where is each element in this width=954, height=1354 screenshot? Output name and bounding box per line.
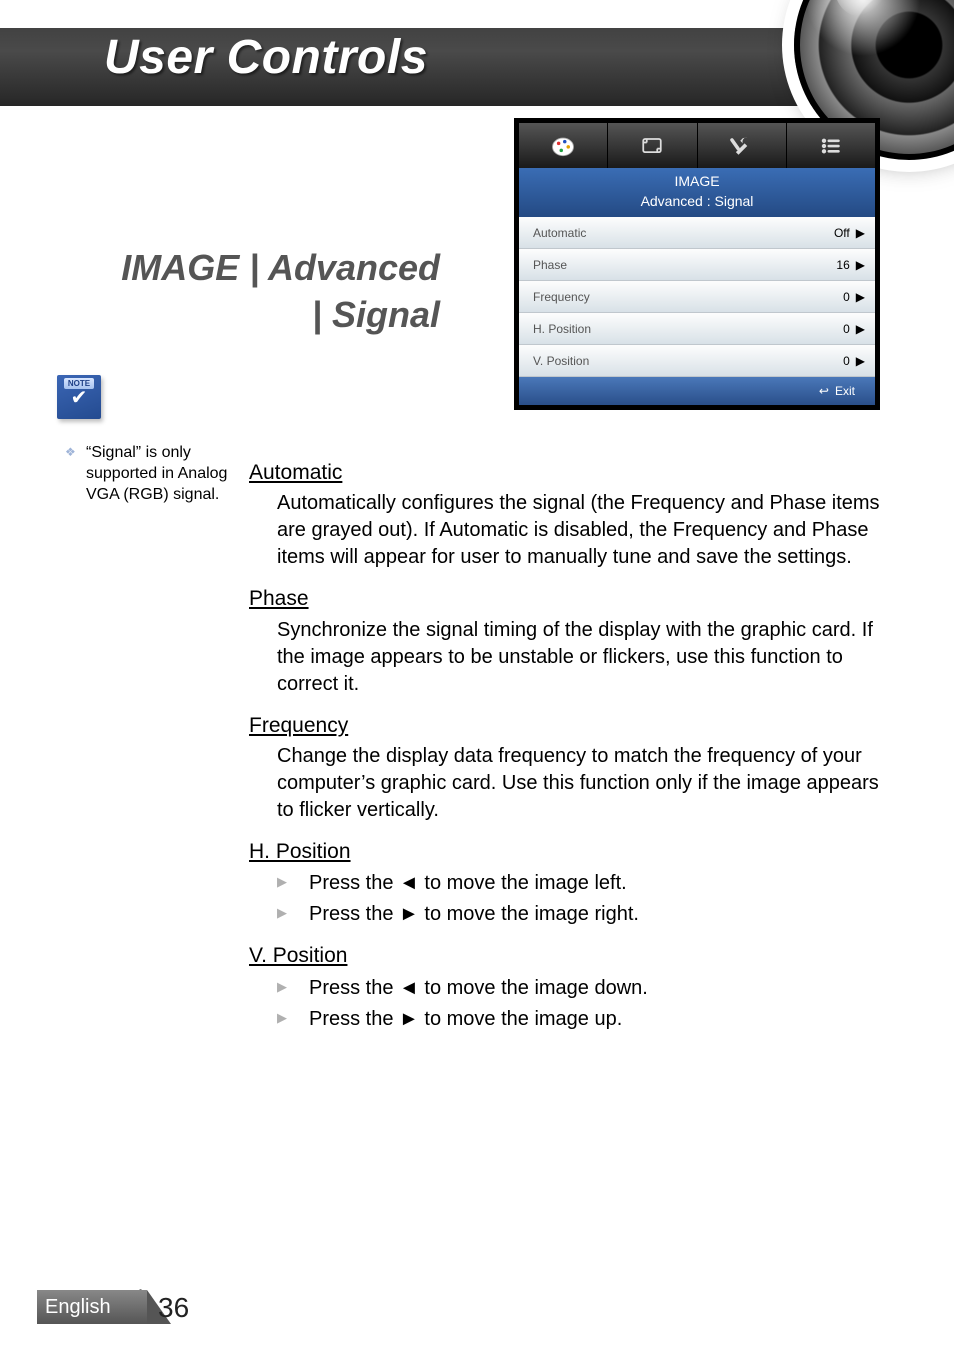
page-header: User Controls — [0, 0, 954, 115]
checkmark-icon: ✔ — [71, 388, 88, 408]
chevron-right-icon: ▶ — [856, 290, 865, 304]
section-title-line2: | Signal — [312, 294, 440, 335]
list-item: Press the ◄ to move the image left. — [277, 870, 884, 897]
osd-menu: IMAGE Advanced : Signal Automatic Off ▶ P… — [514, 118, 880, 410]
list-vposition: Press the ◄ to move the image down. Pres… — [277, 975, 884, 1033]
body-content: Automatic Automatically configures the s… — [249, 459, 884, 1037]
osd-tab-setup[interactable] — [698, 123, 787, 168]
osd-tab-image[interactable] — [519, 123, 608, 168]
osd-row-value: Off — [834, 226, 850, 240]
note-text: “Signal” is only supported in Analog VGA… — [86, 443, 231, 505]
osd-subtitle: Advanced : Signal — [519, 192, 875, 212]
list-item: Press the ► to move the image right. — [277, 901, 884, 928]
osd-row-label: Phase — [533, 258, 567, 272]
section-title-line1: IMAGE | Advanced — [121, 247, 440, 288]
header-title: User Controls — [104, 30, 428, 85]
osd-row-automatic[interactable]: Automatic Off ▶ — [519, 217, 875, 249]
osd-row-label: Frequency — [533, 290, 590, 304]
osd-exit-label[interactable]: Exit — [835, 384, 855, 398]
osd-title: IMAGE — [519, 172, 875, 192]
chevron-right-icon: ▶ — [856, 354, 865, 368]
osd-title-area: IMAGE Advanced : Signal — [519, 168, 875, 217]
section-title: IMAGE | Advanced | Signal — [95, 245, 440, 339]
note-bullet-icon: ❖ — [65, 445, 76, 459]
osd-row-label: Automatic — [533, 226, 586, 240]
desc-automatic: Automatically configures the signal (the… — [277, 490, 884, 571]
footer-language: English — [37, 1290, 147, 1324]
chevron-right-icon: ▶ — [856, 258, 865, 272]
osd-row-hposition[interactable]: H. Position 0 ▶ — [519, 313, 875, 345]
tools-icon — [728, 132, 756, 160]
osd-tab-display[interactable] — [608, 123, 697, 168]
osd-row-phase[interactable]: Phase 16 ▶ — [519, 249, 875, 281]
desc-frequency: Change the display data frequency to mat… — [277, 743, 884, 824]
back-arrow-icon: ↩ — [819, 384, 829, 398]
osd-row-value: 0 — [843, 354, 850, 368]
list-hposition: Press the ◄ to move the image left. Pres… — [277, 870, 884, 928]
heading-frequency: Frequency — [249, 712, 884, 740]
sliders-icon — [817, 132, 845, 160]
chevron-right-icon: ▶ — [856, 226, 865, 240]
osd-footer: ↩ Exit — [519, 377, 875, 405]
desc-phase: Synchronize the signal timing of the dis… — [277, 617, 884, 698]
footer-page-number: 36 — [152, 1292, 189, 1324]
osd-tab-options[interactable] — [787, 123, 875, 168]
note-badge: NOTE ✔ — [57, 375, 101, 419]
osd-row-value: 0 — [843, 290, 850, 304]
page-footer: English 36 — [0, 1290, 954, 1324]
palette-icon — [549, 132, 577, 160]
chevron-right-icon: ▶ — [856, 322, 865, 336]
heading-automatic: Automatic — [249, 459, 884, 487]
heading-hposition: H. Position — [249, 838, 884, 866]
list-item: Press the ◄ to move the image down. — [277, 975, 884, 1002]
osd-row-vposition[interactable]: V. Position 0 ▶ — [519, 345, 875, 377]
osd-row-label: V. Position — [533, 354, 589, 368]
osd-row-frequency[interactable]: Frequency 0 ▶ — [519, 281, 875, 313]
list-item: Press the ► to move the image up. — [277, 1006, 884, 1033]
osd-row-value: 0 — [843, 322, 850, 336]
heading-phase: Phase — [249, 585, 884, 613]
display-icon — [638, 132, 666, 160]
osd-row-label: H. Position — [533, 322, 591, 336]
osd-row-value: 16 — [836, 258, 849, 272]
osd-tab-bar — [519, 123, 875, 168]
heading-vposition: V. Position — [249, 942, 884, 970]
